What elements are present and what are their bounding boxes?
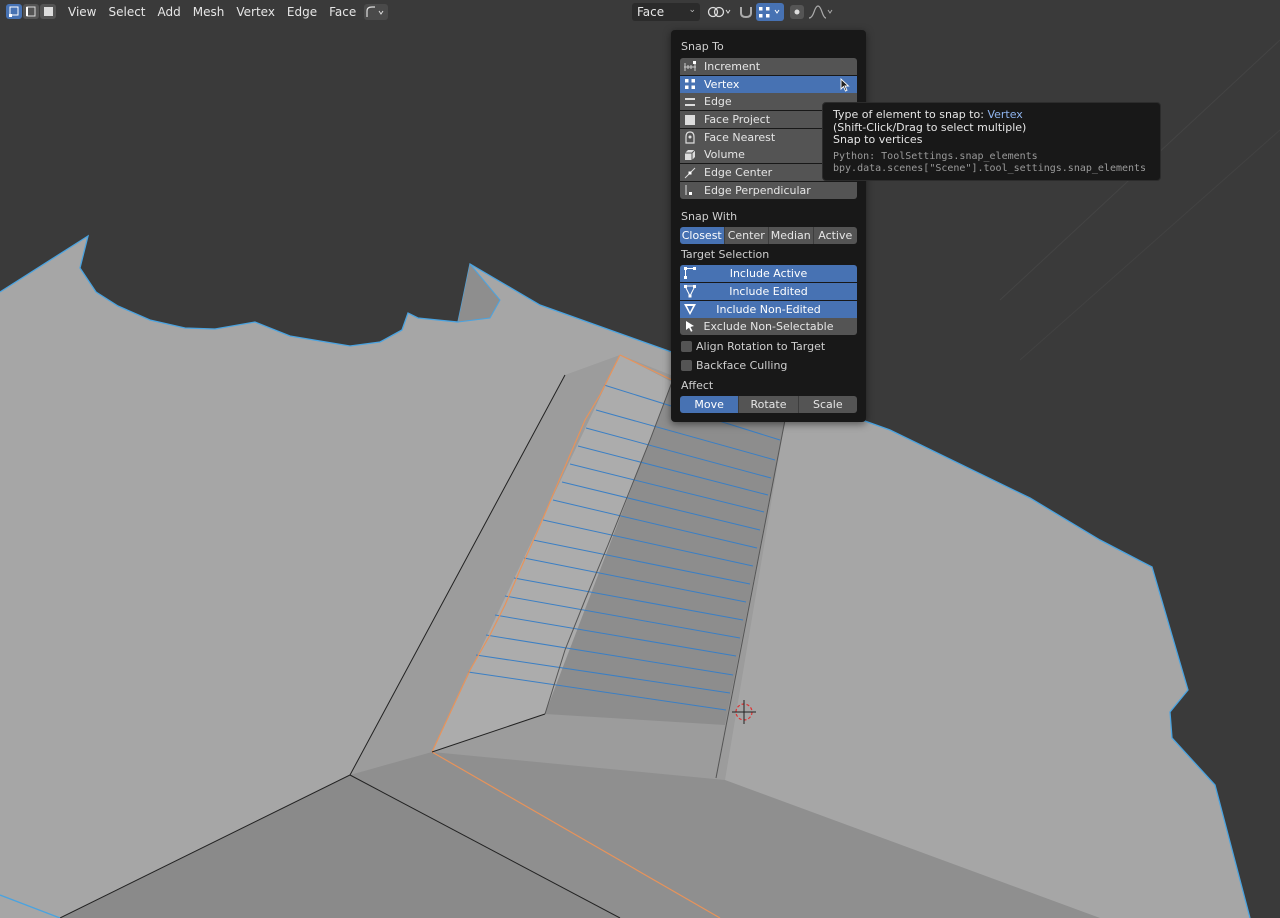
snap-to-edge-label: Edge [704, 95, 732, 109]
exclude-non-selectable-label: Exclude Non-Selectable [703, 320, 834, 334]
snap-with-median-button[interactable]: Median [769, 227, 814, 244]
select-mode-group [6, 4, 56, 19]
backface-culling-box [681, 360, 692, 371]
include-non-edited-icon [683, 302, 697, 316]
face-select-mode-button[interactable] [40, 4, 56, 19]
align-rotation-label: Align Rotation to Target [696, 340, 826, 353]
snap-to-face-nearest-label: Face Nearest [704, 130, 776, 144]
snap-to-volume-label: Volume [704, 148, 745, 162]
include-edited-icon [683, 284, 697, 298]
pivot-point-dropdown[interactable] [706, 3, 734, 21]
proportional-edit-toggle[interactable] [789, 3, 805, 21]
menu-edge[interactable]: Edge [281, 3, 323, 21]
snap-to-vertex[interactable]: Vertex [680, 75, 857, 93]
snap-with-label: Snap With [681, 210, 738, 223]
align-rotation-box [681, 341, 692, 352]
mouse-cursor-icon [840, 77, 850, 92]
snap-to-edge-center-label: Edge Center [704, 166, 773, 180]
menu-select[interactable]: Select [102, 3, 151, 21]
tooltip-python-data-path: bpy.data.scenes["Scene"].tool_settings.s… [833, 162, 1147, 174]
snap-to-increment[interactable]: Increment [680, 58, 857, 75]
include-non-edited-toggle[interactable]: Include Non-Edited [680, 300, 857, 318]
header-menu: View Select Add Mesh Vertex Edge Face UV [62, 3, 391, 21]
menu-vertex[interactable]: Vertex [230, 3, 281, 21]
magnet-icon [740, 7, 752, 19]
increment-icon [683, 60, 697, 74]
vertex-select-icon [8, 6, 18, 17]
falloff-curve-icon [808, 5, 833, 19]
snap-toggle-button[interactable] [737, 3, 755, 21]
exclude-non-selectable-toggle[interactable]: Exclude Non-Selectable [680, 318, 857, 336]
snap-with-active-button[interactable]: Active [813, 227, 857, 244]
include-edited-toggle[interactable]: Include Edited [680, 282, 857, 300]
include-active-toggle[interactable]: Include Active [680, 265, 857, 282]
backface-culling-checkbox[interactable]: Backface Culling [681, 359, 787, 372]
edge-icon [683, 95, 697, 109]
face-select-icon [43, 7, 53, 16]
tooltip-title-prefix: Type of element to snap to: [833, 108, 984, 121]
curve-icon [366, 6, 384, 17]
vertex-icon [683, 77, 697, 91]
menu-add[interactable]: Add [152, 3, 187, 21]
menu-face[interactable]: Face [323, 3, 362, 21]
edge-select-mode-button[interactable] [23, 4, 39, 19]
affect-label: Affect [681, 379, 714, 392]
tooltip-python-path: Python: ToolSettings.snap_elements [833, 150, 1038, 162]
edge-center-icon [683, 166, 697, 180]
tooltip-title: Type of element to snap to: Vertex [833, 108, 1150, 122]
affect-scale-button[interactable]: Scale [798, 396, 857, 413]
falloff-dropdown[interactable] [808, 3, 834, 21]
snap-to-label: Snap To [681, 40, 724, 53]
backface-culling-label: Backface Culling [696, 359, 788, 372]
mesh-options-dropdown[interactable] [364, 4, 388, 20]
vertex-select-mode-button[interactable] [6, 4, 22, 19]
tooltip-title-value: Vertex [987, 108, 1023, 121]
include-edited-label: Include Edited [729, 284, 808, 298]
face-project-icon [683, 113, 697, 127]
snap-with-closest-button[interactable]: Closest [680, 227, 725, 244]
affect-rotate-button[interactable]: Rotate [739, 396, 799, 413]
include-active-icon [683, 266, 697, 280]
menu-view[interactable]: View [62, 3, 102, 21]
align-rotation-checkbox[interactable]: Align Rotation to Target [681, 340, 825, 353]
chevron-down-icon: ⌄ [688, 5, 696, 15]
include-active-label: Include Active [729, 267, 808, 280]
proportional-edit-icon [790, 5, 804, 19]
snap-popover: Snap To Increment Vertex Edge Face Proje… [671, 30, 866, 422]
menu-mesh[interactable]: Mesh [187, 3, 231, 21]
snap-target-dropdown[interactable] [756, 3, 784, 21]
snap-with-center-button[interactable]: Center [724, 227, 769, 244]
transform-orientation-dropdown[interactable]: Face ⌄ [632, 3, 700, 21]
snap-with-selector: Closest Center Median Active [680, 227, 857, 244]
snap-vertex-icon [759, 7, 780, 18]
target-selection-label: Target Selection [681, 248, 770, 261]
volume-icon [683, 148, 697, 162]
target-selection-list: Include Active Include Edited Include No… [680, 265, 857, 336]
snap-to-vertex-label: Vertex [704, 77, 740, 91]
affect-move-button[interactable]: Move [680, 396, 740, 413]
snap-to-edge-perpendicular[interactable]: Edge Perpendicular [680, 181, 857, 199]
edge-select-icon [25, 6, 35, 17]
face-nearest-icon [683, 130, 697, 144]
affect-selector: Move Rotate Scale [680, 396, 857, 413]
include-non-edited-label: Include Non-Edited [716, 302, 821, 316]
snap-to-face-project-label: Face Project [704, 113, 771, 127]
snap-to-increment-label: Increment [704, 60, 761, 73]
cursor-arrow-icon [683, 319, 697, 333]
transform-orientation-value: Face [637, 5, 665, 19]
edge-perpendicular-icon [683, 183, 697, 197]
snap-element-tooltip: Type of element to snap to: Vertex (Shif… [822, 102, 1161, 181]
viewport-header: View Select Add Mesh Vertex Edge Face UV… [0, 0, 1280, 24]
tooltip-description: Snap to vertices [833, 133, 923, 146]
snap-to-edge-perpendicular-label: Edge Perpendicular [704, 183, 811, 197]
link-icon [707, 6, 731, 18]
